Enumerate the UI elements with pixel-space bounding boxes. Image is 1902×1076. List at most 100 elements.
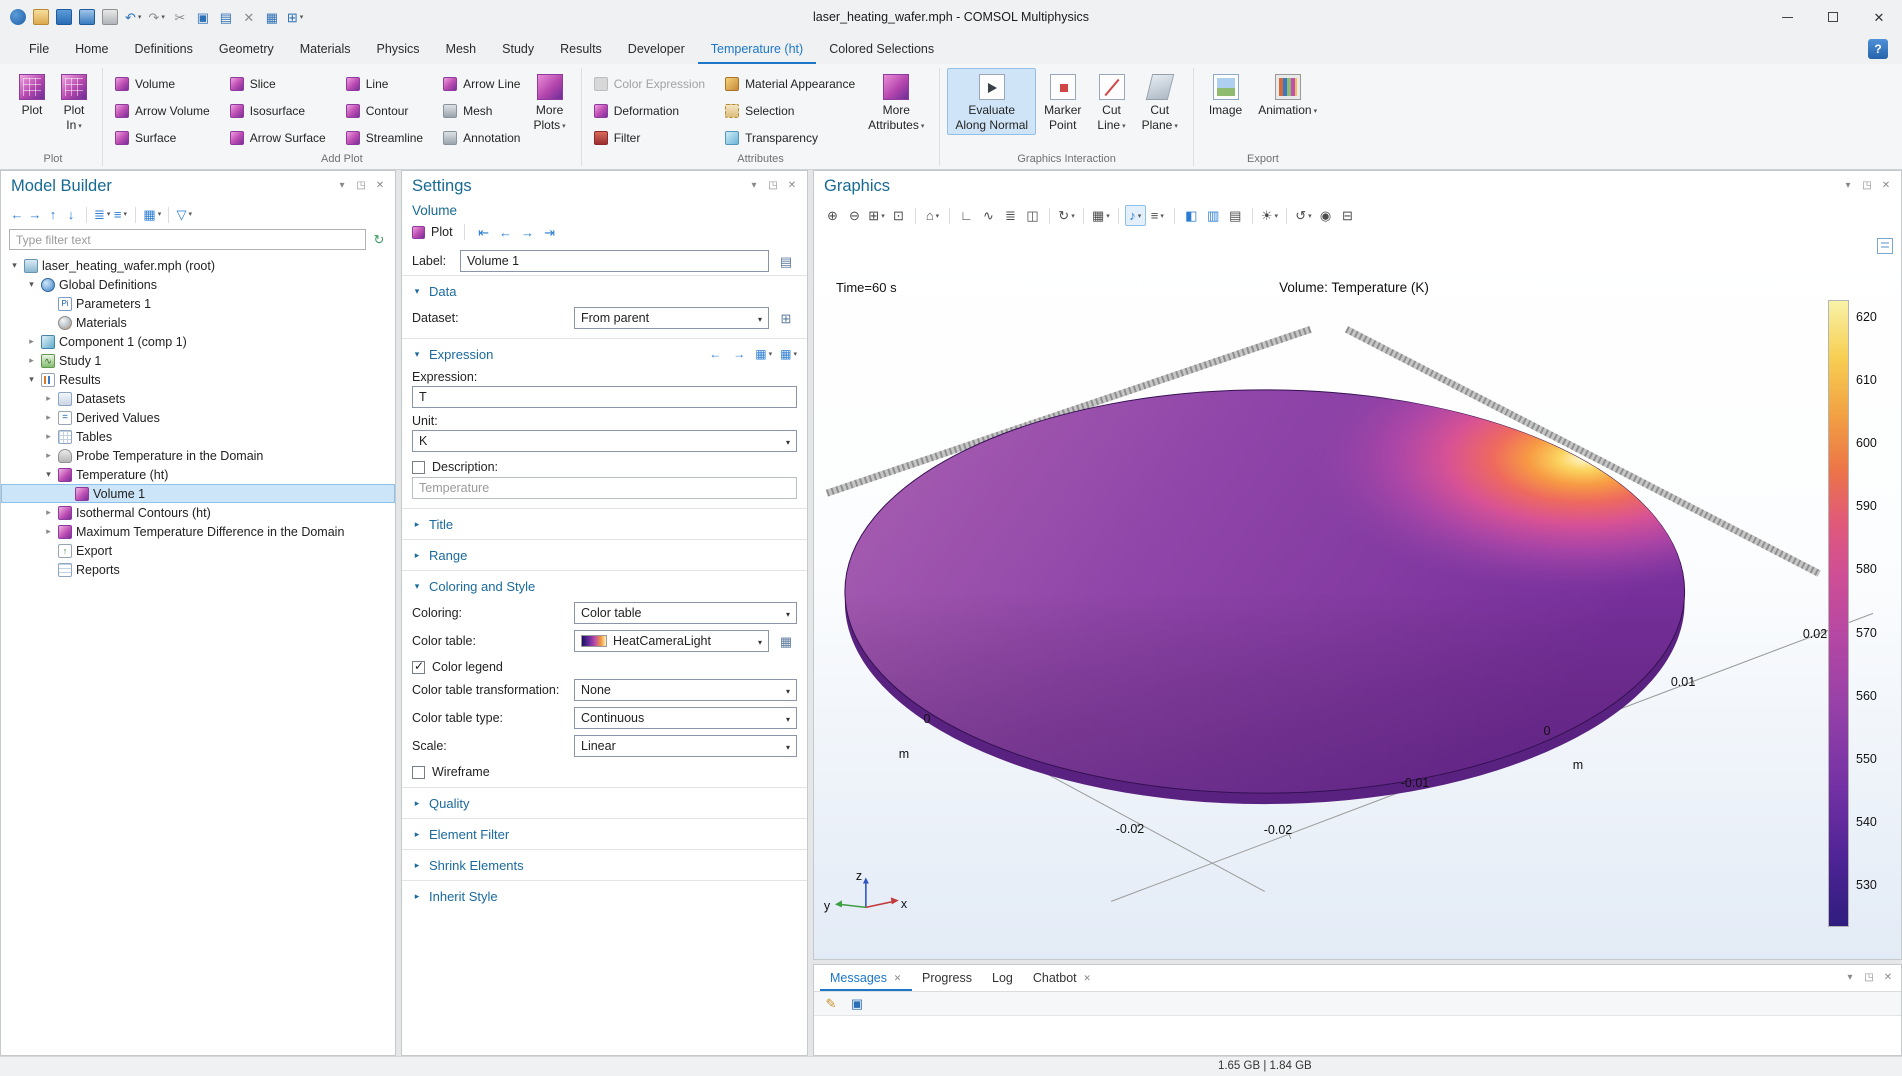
label-input[interactable] [460,250,769,272]
tree-item-max-temperature-difference[interactable]: Maximum Temperature Difference in the Do… [1,522,395,541]
export-animation-button[interactable]: Animation [1250,68,1325,122]
open-file-icon[interactable] [33,9,49,25]
close-panel-icon[interactable] [1883,972,1893,984]
section-shrink-elements[interactable]: Shrink Elements [402,852,807,878]
tree-options-icon[interactable] [112,207,128,223]
add-surface-button[interactable]: Surface [110,125,215,150]
redo-icon[interactable] [148,9,164,25]
tab-file[interactable]: File [16,34,62,64]
add-isosurface-button[interactable]: Isosurface [225,98,331,123]
plot-in-button[interactable]: Plot In [53,68,95,136]
more-attributes-button[interactable]: More Attributes [860,68,932,136]
copy-messages-icon[interactable] [849,996,865,1012]
layout-split-vertical-icon[interactable] [1203,205,1224,226]
tab-home[interactable]: Home [62,34,121,64]
tree-item-study-1[interactable]: Study 1 [1,351,395,370]
close-tab-icon[interactable] [893,970,902,986]
add-contour-button[interactable]: Contour [341,98,428,123]
edit-color-table-icon[interactable] [775,630,797,652]
table-options-icon[interactable] [143,207,161,223]
clear-messages-icon[interactable] [823,996,839,1012]
float-panel-icon[interactable] [1864,972,1874,984]
filter-options-icon[interactable] [176,207,192,223]
tree-item-volume-1[interactable]: Volume 1 [1,484,395,503]
close-panel-icon[interactable] [787,180,797,192]
float-panel-icon[interactable] [1862,180,1872,192]
section-expression[interactable]: Expression [402,341,807,367]
section-title[interactable]: Title [402,511,807,537]
tree-item-reports[interactable]: Reports [1,560,395,579]
zoom-box-icon[interactable] [866,205,887,226]
color-expression-button[interactable]: Color Expression [589,71,710,96]
tree-item-probe-temperature[interactable]: Probe Temperature in the Domain [1,446,395,465]
color-legend-checkbox[interactable] [412,661,425,674]
window-layout-icon[interactable] [287,9,303,25]
show-options-icon[interactable] [94,207,110,223]
tab-progress[interactable]: Progress [912,965,982,991]
legend-toggle-icon[interactable] [1000,205,1021,226]
tree-item-results[interactable]: Results [1,370,395,389]
expression-input[interactable] [412,386,797,408]
chevron-expanded-icon[interactable] [26,279,37,290]
tree-item-global-definitions[interactable]: Global Definitions [1,275,395,294]
move-up-icon[interactable] [45,207,61,223]
table-settings-icon[interactable] [264,9,280,25]
zoom-in-icon[interactable] [822,205,843,226]
deformation-button[interactable]: Deformation [589,98,710,123]
filter-button[interactable]: Filter [589,125,710,150]
marker-point-button[interactable]: Marker Point [1036,68,1089,135]
tree-item-root[interactable]: laser_heating_wafer.mph (root) [1,256,395,275]
document-icon[interactable] [775,250,797,272]
maximize-button[interactable] [1810,0,1856,34]
add-arrow-line-button[interactable]: Arrow Line [438,71,525,96]
refresh-filter-icon[interactable] [371,232,387,248]
color-table-select[interactable]: HeatCameraLight [574,630,769,652]
float-panel-icon[interactable] [356,180,366,192]
plot-window-menu-icon[interactable] [1877,238,1893,254]
tab-study[interactable]: Study [489,34,547,64]
close-panel-icon[interactable] [375,180,385,192]
plot-curve-icon[interactable] [978,205,999,226]
panel-menu-icon[interactable] [749,180,759,192]
next-expression-icon[interactable] [731,346,747,362]
plot-button[interactable]: Plot [11,68,53,121]
tree-item-parameters[interactable]: Parameters 1 [1,294,395,313]
graphics-canvas[interactable]: Time=60 s Volume: Temperature (K) -0.02 … [814,230,1901,959]
split-view-icon[interactable] [1022,205,1043,226]
add-arrow-surface-button[interactable]: Arrow Surface [225,125,331,150]
chevron-collapsed-icon[interactable] [26,355,37,366]
close-panel-icon[interactable] [1881,180,1891,192]
minimize-button[interactable] [1764,0,1810,34]
plot-previous-icon[interactable] [498,224,514,240]
cut-icon[interactable] [172,9,188,25]
tab-physics[interactable]: Physics [363,34,432,64]
previous-expression-icon[interactable] [707,346,723,362]
tab-geometry[interactable]: Geometry [206,34,287,64]
selection-button[interactable]: Selection [720,98,860,123]
plot-next-icon[interactable] [520,224,536,240]
section-data[interactable]: Data [402,278,807,304]
tab-mesh[interactable]: Mesh [433,34,490,64]
tab-log[interactable]: Log [982,965,1023,991]
help-button[interactable] [1868,39,1888,59]
print-icon[interactable] [102,9,118,25]
transparency-button[interactable]: Transparency [720,125,860,150]
tree-item-datasets[interactable]: Datasets [1,389,395,408]
paste-icon[interactable] [218,9,234,25]
tab-colored-selections[interactable]: Colored Selections [816,34,947,64]
tab-developer[interactable]: Developer [615,34,698,64]
back-icon[interactable] [9,207,25,223]
scale-select[interactable]: Linear [574,735,797,757]
panel-menu-icon[interactable] [337,180,347,192]
move-down-icon[interactable] [63,207,79,223]
go-to-default-view-icon[interactable] [922,205,943,226]
panel-menu-icon[interactable] [1845,972,1855,984]
material-appearance-button[interactable]: Material Appearance [720,71,860,96]
chevron-collapsed-icon[interactable] [43,507,54,518]
chevron-collapsed-icon[interactable] [43,393,54,404]
color-table-transformation-select[interactable]: None [574,679,797,701]
add-mesh-button[interactable]: Mesh [438,98,525,123]
add-volume-button[interactable]: Volume [110,71,215,96]
evaluate-along-normal-button[interactable]: Evaluate Along Normal [947,68,1036,135]
cut-line-button[interactable]: Cut Line [1089,68,1133,136]
